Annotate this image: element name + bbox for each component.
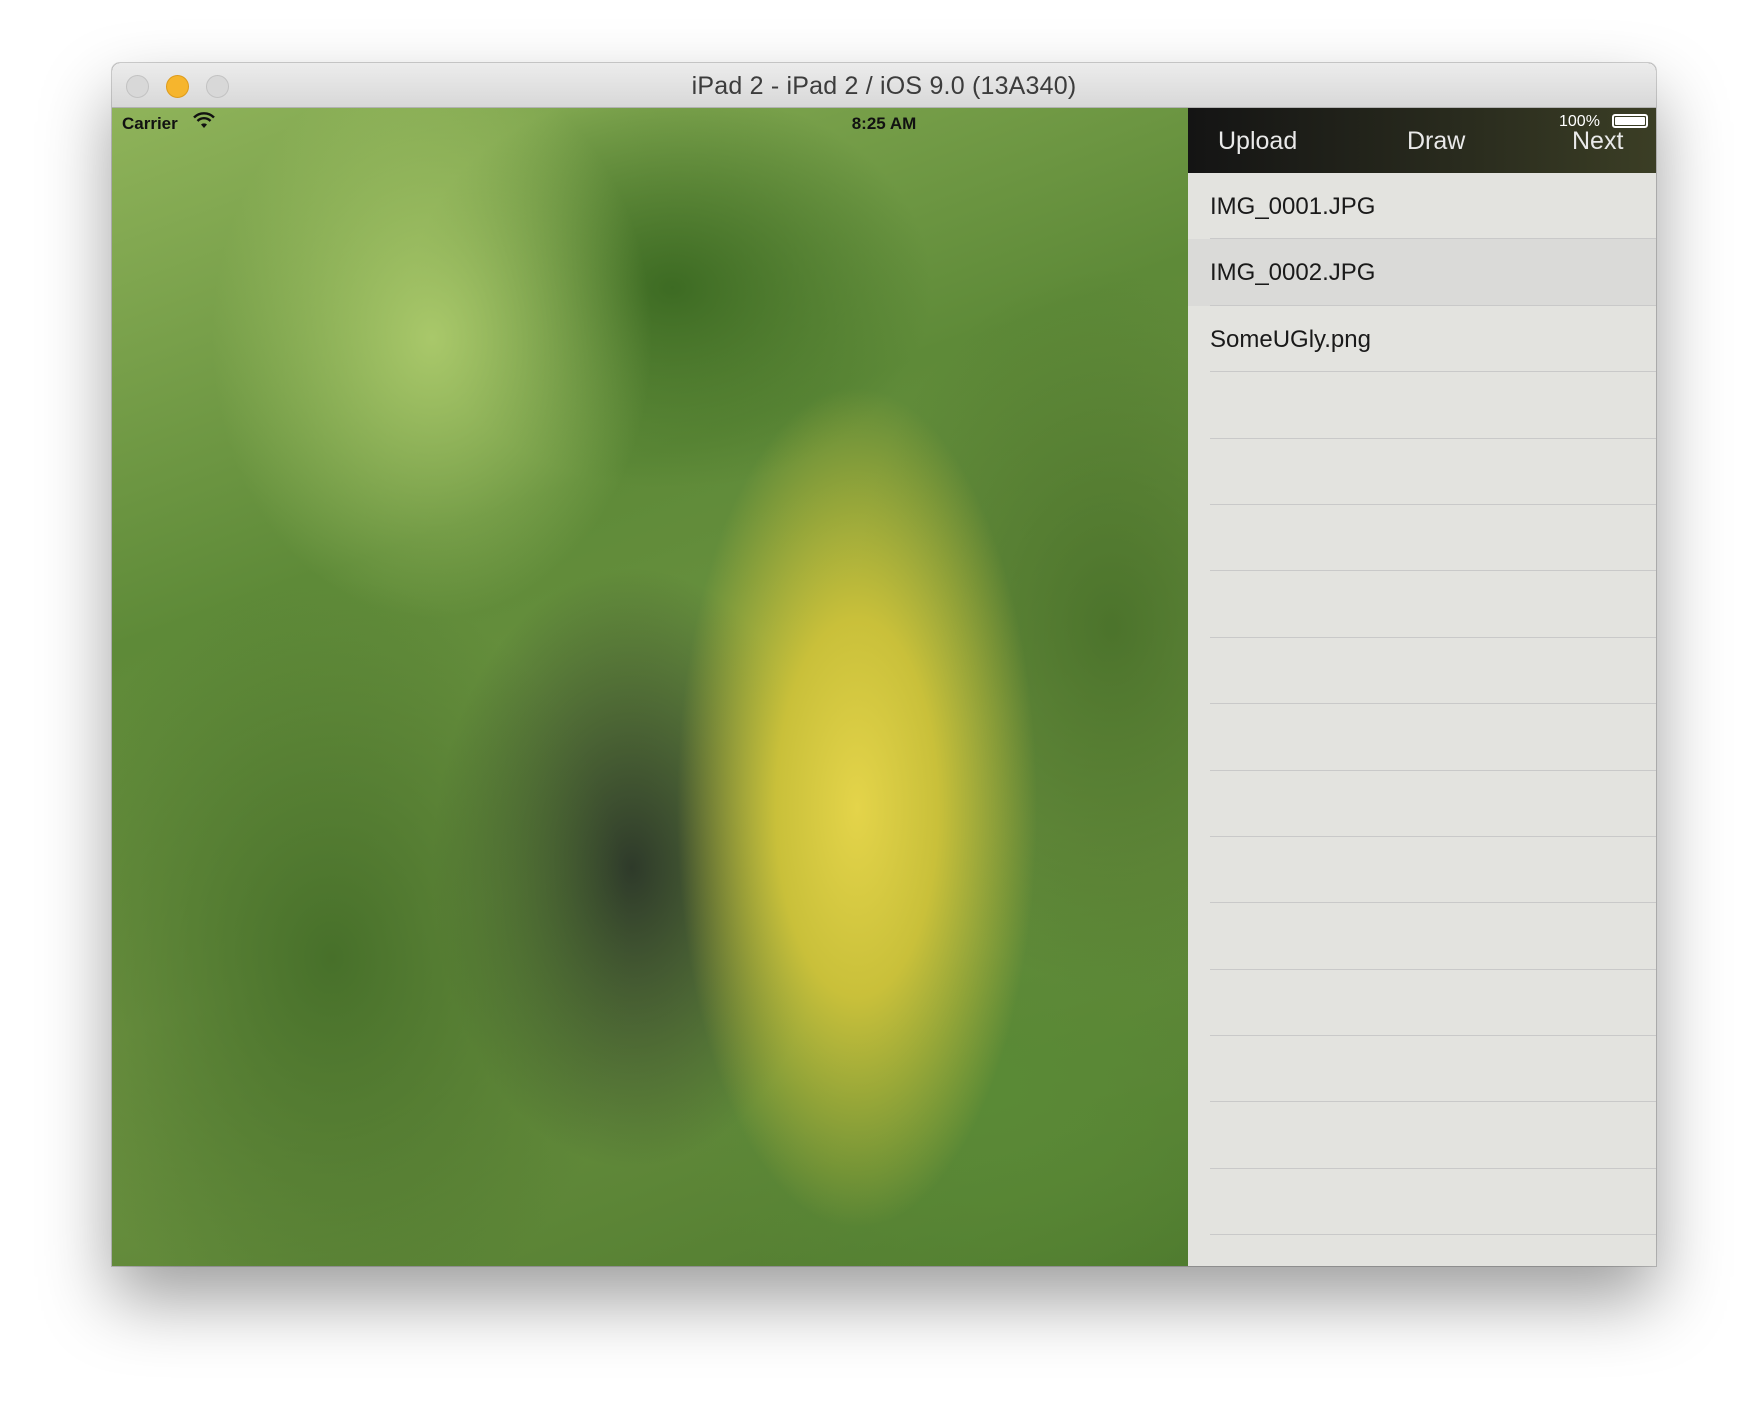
status-bar: Carrier 8:25 AM 100% (112, 108, 1656, 138)
file-name: SomeUGly.png (1210, 325, 1371, 353)
title-bar[interactable]: iPad 2 - iPad 2 / iOS 9.0 (13A340) (112, 63, 1656, 108)
empty-row[interactable] (1188, 771, 1656, 838)
file-list[interactable]: IMG_0001.JPG IMG_0002.JPG SomeUGly.png (1188, 173, 1656, 1266)
empty-row[interactable] (1188, 638, 1656, 705)
photo-view[interactable] (112, 108, 1188, 1266)
empty-row[interactable] (1188, 1102, 1656, 1170)
file-row[interactable]: IMG_0001.JPG (1188, 173, 1656, 240)
empty-row[interactable] (1188, 704, 1656, 771)
empty-row[interactable] (1188, 1169, 1656, 1236)
file-row-selected[interactable]: IMG_0002.JPG (1188, 239, 1656, 307)
battery-icon (1612, 114, 1648, 128)
battery-percent: 100% (1559, 113, 1600, 130)
empty-row[interactable] (1188, 1036, 1656, 1103)
empty-row[interactable] (1188, 571, 1656, 639)
window-title: iPad 2 - iPad 2 / iOS 9.0 (13A340) (691, 72, 1077, 100)
empty-row[interactable] (1188, 372, 1656, 439)
clock-label: 8:25 AM (851, 114, 917, 133)
empty-row[interactable] (1188, 903, 1656, 971)
simulator-window: iPad 2 - iPad 2 / iOS 9.0 (13A340) Uploa… (112, 63, 1656, 1266)
file-panel: Upload Draw Next IMG_0001.JPG IMG_0002.J… (1188, 108, 1656, 1266)
empty-row[interactable] (1188, 439, 1656, 506)
file-name: IMG_0001.JPG (1210, 193, 1376, 220)
file-row[interactable]: SomeUGly.png (1188, 306, 1656, 373)
ipad-screen: Upload Draw Next IMG_0001.JPG IMG_0002.J… (112, 108, 1656, 1266)
file-name: IMG_0002.JPG (1210, 259, 1376, 287)
empty-row[interactable] (1188, 970, 1656, 1037)
empty-row[interactable] (1188, 837, 1656, 904)
empty-row[interactable] (1188, 505, 1656, 572)
empty-row[interactable] (1188, 1235, 1656, 1266)
